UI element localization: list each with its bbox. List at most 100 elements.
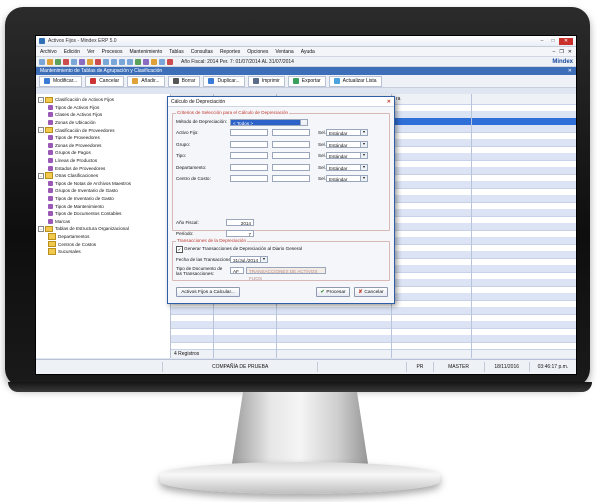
dialog-close-button[interactable]: ✕ [387,99,391,105]
cut-icon[interactable] [71,58,77,65]
delete-icon[interactable] [95,58,101,65]
criteria-to-field[interactable] [272,129,310,136]
tree-item[interactable]: Grupos de Pagos [36,149,170,157]
tree-item[interactable]: Zonas de Ubicación [36,119,170,127]
menu-opciones[interactable]: Opciones [247,49,268,55]
criteria-from-field[interactable] [230,129,268,136]
next-record-icon[interactable] [119,58,125,65]
criteria-from-field[interactable] [230,175,268,182]
criteria-to-field[interactable] [272,152,310,159]
menu-ventana[interactable]: Ventana [275,49,293,55]
menu-edicion[interactable]: Edición [64,49,80,55]
modify-button[interactable]: Modificar... [39,75,83,87]
fiscal-year-field[interactable]: 2014 [226,219,254,226]
copy-icon[interactable] [79,58,85,65]
last-record-icon[interactable] [127,58,133,65]
help-icon[interactable] [159,58,165,65]
mdi-close-button[interactable]: ✕ [568,49,572,55]
tree-item[interactable]: Grupos de Inventario de Gasto [36,187,170,195]
tree-item[interactable]: Tipos de Activos Fijos [36,104,170,112]
generate-checkbox[interactable]: ✓ [176,246,183,253]
chevron-down-icon[interactable]: ▼ [360,176,367,181]
print-button[interactable]: Imprimir [247,75,285,87]
paste-icon[interactable] [87,58,93,65]
tree-group[interactable]: − Tablas de Estructura Organizacional [36,225,170,233]
mdi-minimize-button[interactable]: – [553,49,556,55]
assets-to-calculate-button[interactable]: Activos Fijos a Calcular... [176,287,240,297]
menu-tablas[interactable]: Tablas [169,49,183,55]
date-field[interactable]: 31/Jul./2014 ▼ [230,256,268,263]
child-close-button[interactable]: ✕ [568,68,572,74]
tree-item[interactable]: Clases de Activos Fijos [36,111,170,119]
selection-mode-select[interactable]: Estándar ▼ [326,129,368,136]
table-row[interactable] [171,342,576,350]
export-button[interactable]: Exportar [287,75,326,87]
tree-item[interactable]: Tipos de Notas de Archivos Maestros [36,180,170,188]
tree-item[interactable]: Marcas [36,218,170,226]
tree-item[interactable]: Tipos de Proveedores [36,134,170,142]
calendar-icon[interactable] [151,58,157,65]
save-icon[interactable] [55,58,61,65]
menu-mantenimiento[interactable]: Mantenimiento [129,49,162,55]
criteria-to-field[interactable] [272,140,310,148]
tree-item[interactable]: Departamentos [36,233,170,241]
selection-mode-select[interactable]: Estándar ▼ [326,152,368,159]
exit-icon[interactable] [167,58,173,65]
menu-reportes[interactable]: Reportes [220,49,240,55]
tree-item[interactable]: Líneas de Productos [36,157,170,165]
period-field[interactable]: 7 [226,230,254,237]
selection-mode-select[interactable]: Estándar ▼ [326,175,368,182]
tree-group[interactable]: − Clasificación de Proveedores [36,126,170,134]
cancel-action-button[interactable]: Cancelar [85,75,125,87]
duplicate-button[interactable]: Duplicar... [203,75,245,87]
tree-group[interactable]: − Clasificación de Activos Fijos [36,96,170,104]
menu-consultas[interactable]: Consultas [191,49,213,55]
minimize-button[interactable]: – [537,38,547,45]
add-button[interactable]: Añadir... [127,75,165,87]
tree-item[interactable]: Estados de Proveedores [36,164,170,172]
chevron-down-icon[interactable]: ▼ [260,257,267,262]
refresh-list-button[interactable]: Actualizar Lista [328,75,382,87]
tree-item[interactable]: Tipos de Inventario de Gasto [36,195,170,203]
collapse-toggle-icon[interactable]: − [38,172,44,179]
tree-item[interactable]: Sucursales [36,248,170,256]
cancel-button[interactable]: ✘ Cancelar [354,287,388,297]
chevron-down-icon[interactable]: ▼ [360,141,367,147]
print-icon[interactable] [63,58,69,65]
chevron-down-icon[interactable]: ▼ [300,120,307,125]
tree-item[interactable]: Tipos de Mantenimiento [36,202,170,210]
process-button[interactable]: ✔ Procesar [316,287,350,297]
previous-record-icon[interactable] [111,58,117,65]
refresh-icon[interactable] [135,58,141,65]
collapse-toggle-icon[interactable]: − [38,96,44,103]
method-select[interactable]: < Todos > ▼ [230,119,308,126]
tree-item[interactable]: Zonas de Proveedores [36,142,170,150]
calculator-icon[interactable] [143,58,149,65]
criteria-from-field[interactable] [230,152,268,159]
chevron-down-icon[interactable]: ▼ [360,153,367,158]
menu-ver[interactable]: Ver [87,49,95,55]
first-record-icon[interactable] [103,58,109,65]
selection-mode-select[interactable]: Estándar ▼ [326,140,368,148]
tree-item[interactable]: Centros de Costos [36,240,170,248]
menu-procesos[interactable]: Procesos [102,49,123,55]
tree-group[interactable]: − Otras Clasificaciones [36,172,170,180]
selection-mode-select[interactable]: Estándar ▼ [326,163,368,171]
open-icon[interactable] [39,58,45,65]
criteria-from-field[interactable] [230,163,268,171]
criteria-to-field[interactable] [272,163,310,171]
criteria-to-field[interactable] [272,175,310,182]
collapse-toggle-icon[interactable]: − [38,225,44,232]
menu-archivo[interactable]: Archivo [40,49,57,55]
chevron-down-icon[interactable]: ▼ [360,164,367,170]
tree-item[interactable]: Tipos de Documentos Contables [36,210,170,218]
collapse-toggle-icon[interactable]: − [38,127,44,134]
delete-button[interactable]: Borrar [167,75,201,87]
criteria-from-field[interactable] [230,140,268,148]
doctype-code-field[interactable]: AF [230,267,244,274]
mdi-restore-button[interactable]: ❐ [559,49,563,55]
folder-icon[interactable] [47,58,53,65]
maximize-button[interactable]: □ [548,38,558,45]
close-button[interactable]: ✕ [559,37,573,45]
menu-ayuda[interactable]: Ayuda [301,49,315,55]
